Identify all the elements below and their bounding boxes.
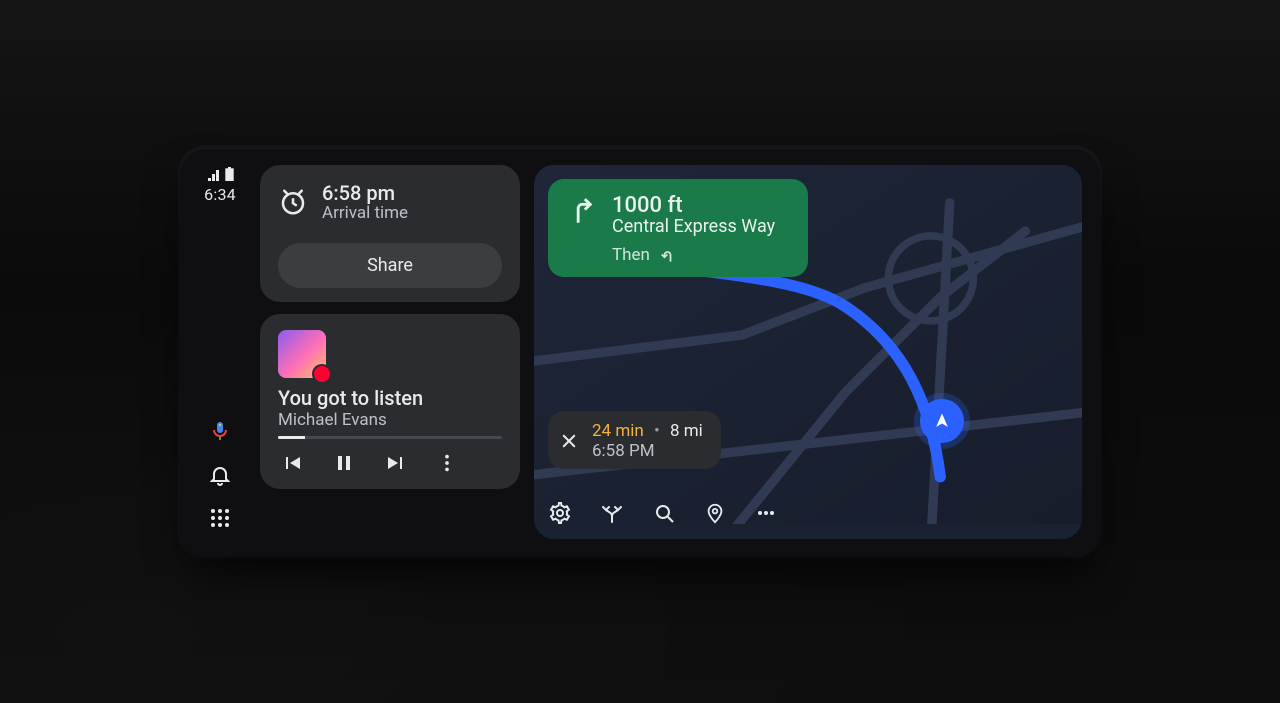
turn-card[interactable]: 1000 ft Central Express Way Then: [548, 179, 808, 277]
playback-progress[interactable]: [278, 436, 502, 439]
track-artist: Michael Evans: [278, 410, 502, 430]
arrival-time: 6:58 PM: [592, 441, 703, 461]
notifications-button[interactable]: [208, 463, 232, 487]
places-button[interactable]: [704, 501, 726, 525]
eta-label: Arrival time: [322, 203, 408, 223]
uturn-icon: [660, 246, 678, 264]
widget-column: 6:58 pm Arrival time Share You got to li…: [260, 165, 520, 539]
album-art: [278, 330, 326, 378]
eta-card[interactable]: 6:58 pm Arrival time Share: [260, 165, 520, 302]
status-clock: 6:34: [204, 185, 236, 204]
nav-settings-button[interactable]: [548, 501, 572, 525]
turn-distance: 1000 ft: [612, 193, 775, 218]
track-title: You got to listen: [278, 386, 502, 410]
share-eta-button[interactable]: Share: [278, 243, 502, 288]
media-card[interactable]: You got to listen Michael Evans: [260, 314, 520, 489]
search-button[interactable]: [652, 501, 676, 525]
turn-right-icon: [564, 193, 598, 227]
map-panel[interactable]: 1000 ft Central Express Way Then 24 min …: [534, 165, 1082, 539]
close-trip-button[interactable]: [560, 432, 578, 450]
next-track-button[interactable]: [384, 451, 408, 475]
eta-time: 6:58 pm: [322, 181, 408, 205]
map-action-row: [548, 501, 778, 525]
remaining-time: 24 min: [592, 421, 644, 441]
map-overflow-button[interactable]: [754, 501, 778, 525]
infotainment-screen: 6:34 6:58 pm Arrival time Share: [180, 147, 1100, 557]
status-rail: 6:34: [194, 165, 246, 539]
vehicle-location-puck: [920, 399, 964, 443]
previous-track-button[interactable]: [280, 451, 304, 475]
app-launcher-button[interactable]: [209, 507, 231, 529]
assistant-mic-button[interactable]: [208, 419, 232, 443]
alternate-routes-button[interactable]: [600, 501, 624, 525]
status-icons: [207, 165, 234, 181]
turn-road: Central Express Way: [612, 216, 775, 237]
turn-then-label: Then: [612, 245, 650, 265]
battery-icon: [225, 167, 234, 181]
media-overflow-button[interactable]: [436, 452, 458, 474]
signal-icon: [207, 169, 221, 181]
clock-icon: [278, 187, 308, 217]
pause-button[interactable]: [332, 451, 356, 475]
trip-summary[interactable]: 24 min • 8 mi 6:58 PM: [548, 411, 721, 469]
remaining-distance: 8 mi: [670, 421, 703, 441]
